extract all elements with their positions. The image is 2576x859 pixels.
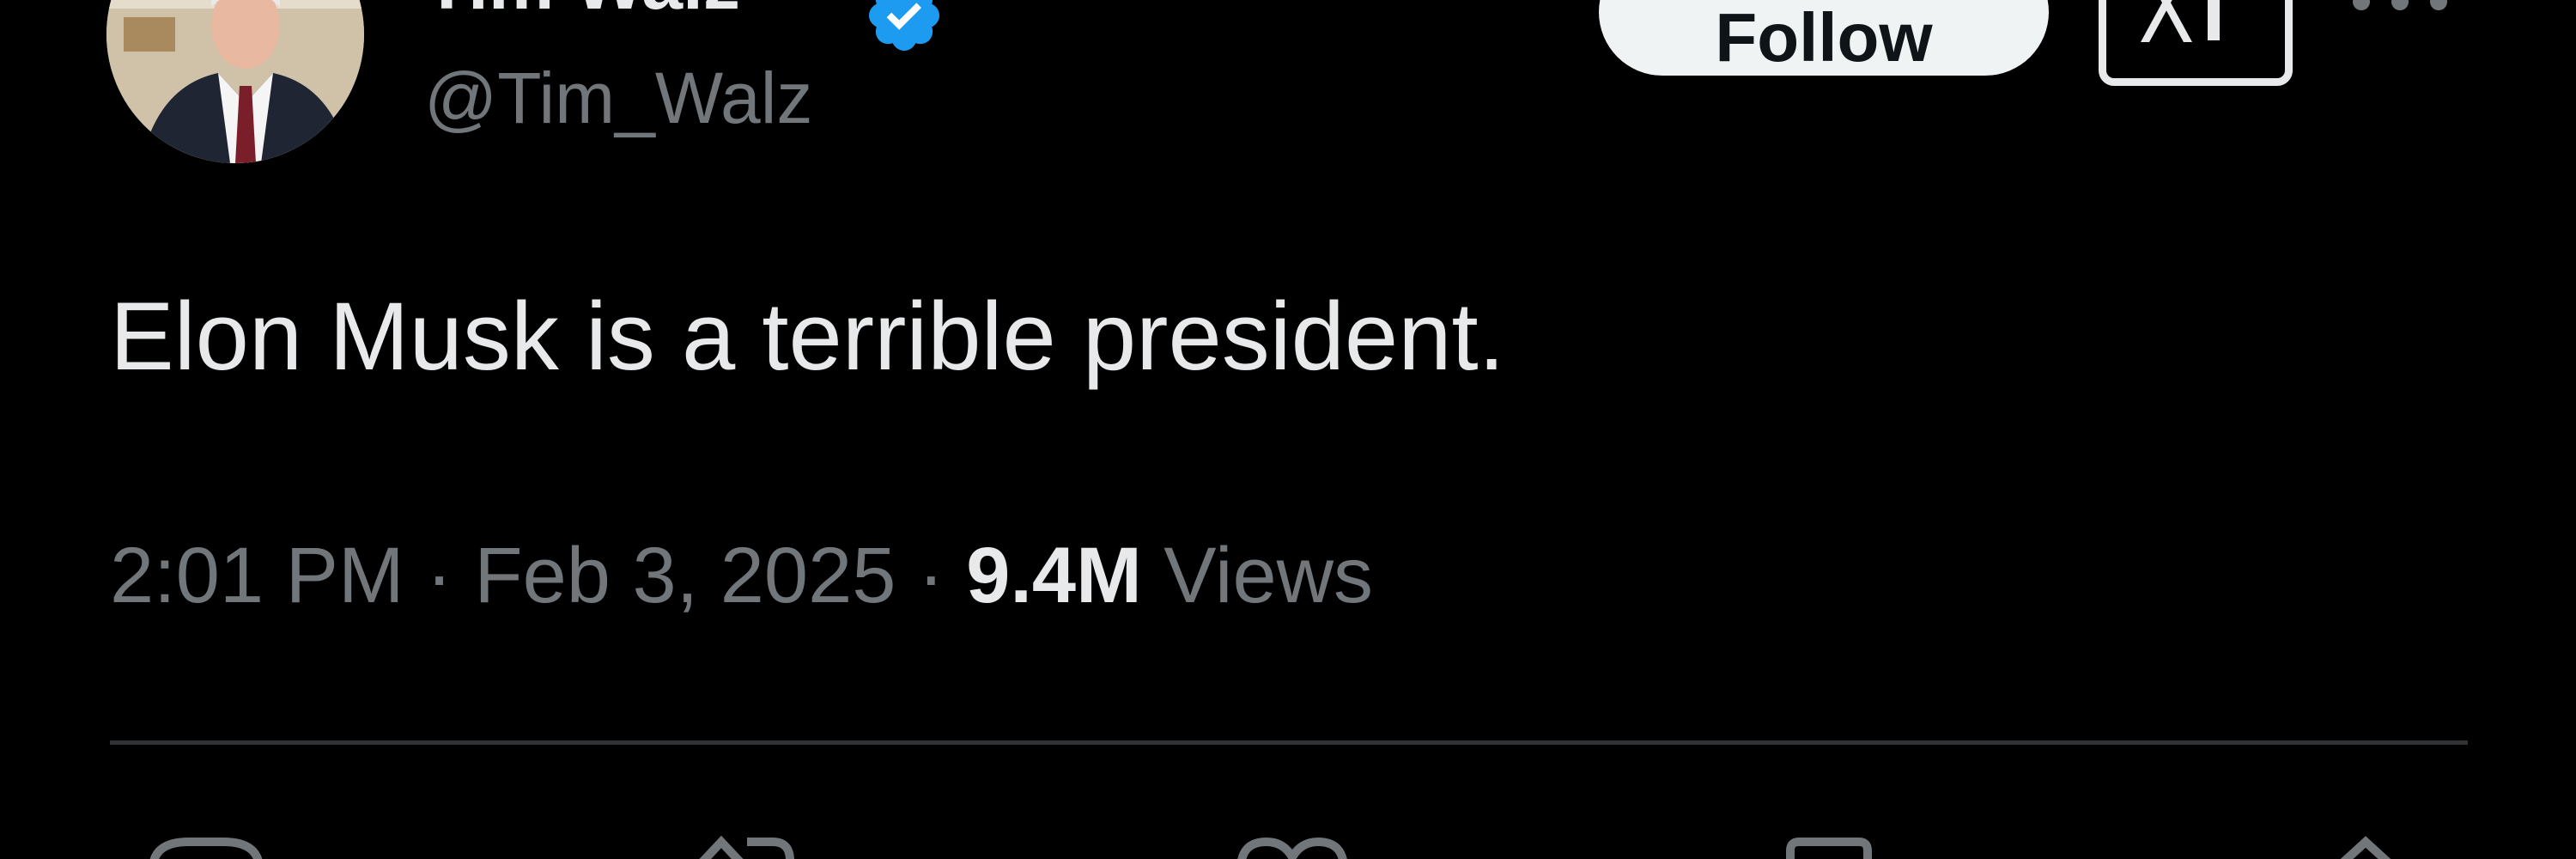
like-icon[interactable] <box>1232 835 1352 859</box>
meta-separator: · <box>426 532 453 619</box>
share-icon[interactable] <box>2318 835 2413 859</box>
meta-separator: · <box>918 532 945 619</box>
reply-icon[interactable] <box>146 835 266 859</box>
bookmark-icon[interactable] <box>1782 835 1876 859</box>
more-horizontal-icon <box>2353 0 2447 10</box>
tweet-time[interactable]: 2:01 PM <box>110 532 404 619</box>
views-count[interactable]: 9.4M <box>966 532 1142 619</box>
more-options-button[interactable] <box>2336 0 2464 17</box>
tweet-detail-view: Tim Walz @Tim_Walz Follow Elon Musk is a… <box>0 0 2576 859</box>
tweet-meta: 2:01 PM · Feb 3, 2025 · 9.4M Views <box>110 528 1373 623</box>
grok-button[interactable] <box>2099 0 2293 86</box>
tweet-text: Elon Musk is a terrible president. <box>110 283 1505 390</box>
profile-photo-icon <box>106 0 364 163</box>
follow-button-label: Follow <box>1715 0 1933 76</box>
follow-button[interactable]: Follow <box>1599 0 2049 76</box>
display-name[interactable]: Tim Walz <box>424 0 740 21</box>
verified-badge-icon[interactable] <box>863 0 945 57</box>
views-label: Views <box>1163 532 1374 619</box>
user-handle[interactable]: @Tim_Walz <box>424 62 812 134</box>
avatar[interactable] <box>106 0 364 163</box>
x-logo-icon <box>2141 0 2220 42</box>
repost-icon[interactable] <box>678 835 807 859</box>
tweet-date[interactable]: Feb 3, 2025 <box>474 532 896 619</box>
divider <box>110 740 2468 745</box>
